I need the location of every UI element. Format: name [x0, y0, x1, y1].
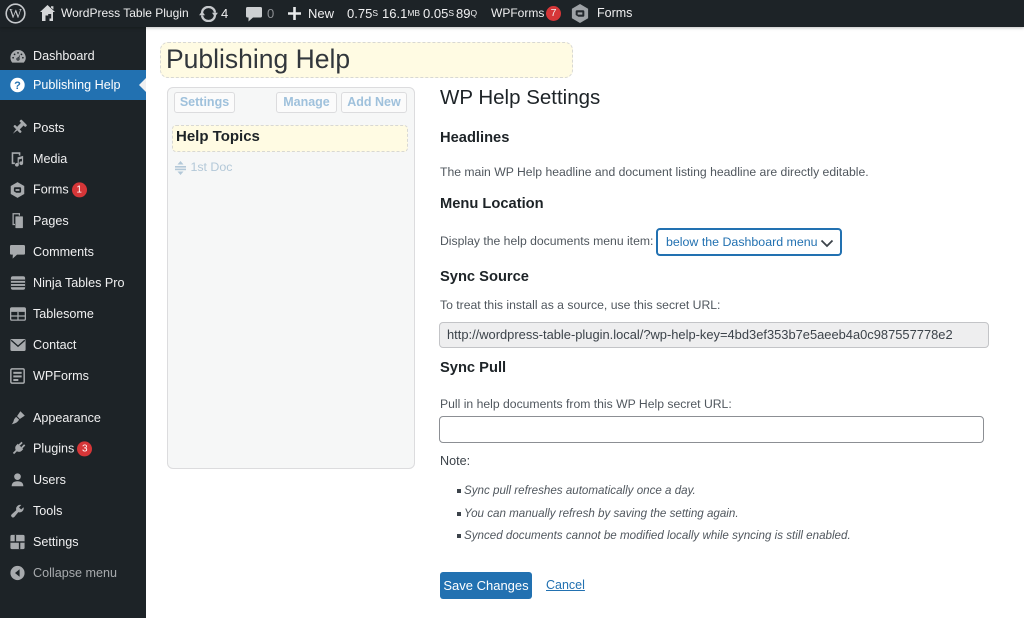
svg-text:W: W	[9, 6, 22, 21]
svg-text:?: ?	[14, 80, 21, 92]
